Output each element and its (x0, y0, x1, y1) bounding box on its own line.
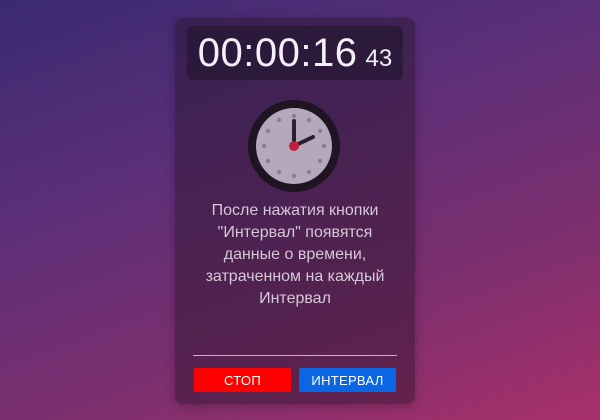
help-line: Интервал (259, 290, 331, 307)
timer-milliseconds: 43 (365, 45, 393, 72)
timer-display: 00:00:16 43 (187, 26, 403, 80)
help-line: затраченном на каждый (205, 268, 385, 285)
interval-button[interactable]: ИНТЕРВАЛ (299, 368, 396, 392)
stopwatch-card: 00:00:16 43 После нажатия кнопки "Интерв… (175, 18, 415, 404)
help-line: "Интервал" появятся (217, 224, 373, 241)
help-line: данные о времени, (223, 246, 367, 263)
clock-icon (247, 99, 341, 193)
stop-button[interactable]: СТОП (194, 368, 291, 392)
help-text: После нажатия кнопки "Интервал" появятся… (193, 200, 397, 310)
timer-time: 00:00:16 (197, 31, 358, 75)
help-line: После нажатия кнопки (211, 202, 379, 219)
divider (193, 355, 397, 356)
